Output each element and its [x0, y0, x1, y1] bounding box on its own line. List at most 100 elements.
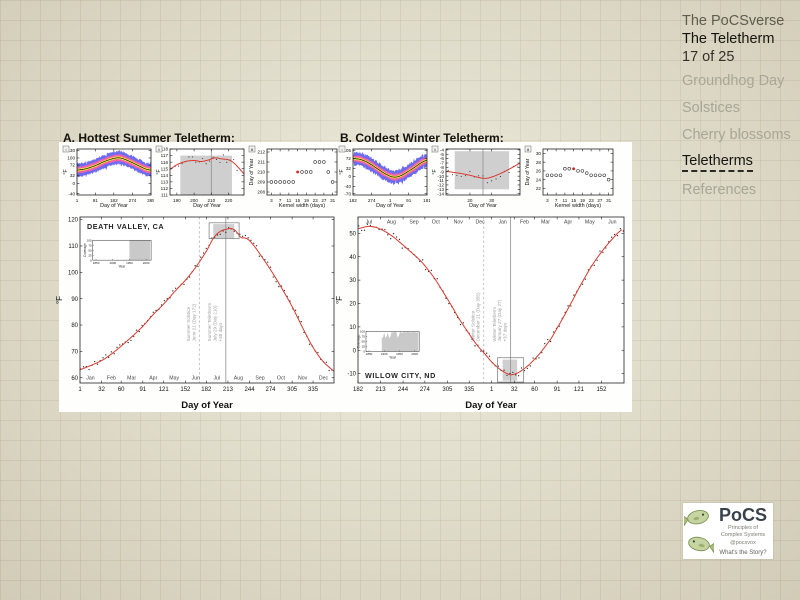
- svg-text:10: 10: [349, 325, 356, 331]
- sidebar-series-title: The PoCSverse: [682, 13, 784, 29]
- svg-text:DEATH VALLEY, CA: DEATH VALLEY, CA: [87, 222, 164, 231]
- svg-text:30: 30: [536, 151, 542, 156]
- svg-text:30: 30: [349, 278, 356, 284]
- svg-text:60: 60: [118, 387, 125, 393]
- svg-text:152: 152: [180, 387, 191, 393]
- svg-text:0: 0: [348, 174, 351, 179]
- svg-text:25: 25: [362, 345, 366, 349]
- svg-text:Nov: Nov: [454, 220, 464, 226]
- svg-text:182: 182: [353, 387, 364, 393]
- sidebar-item-cherry-blossoms[interactable]: Cherry blossoms: [682, 127, 791, 143]
- svg-text:Day of Year: Day of Year: [249, 158, 255, 185]
- svg-text:32: 32: [70, 173, 76, 178]
- svg-text:121: 121: [159, 387, 170, 393]
- svg-text:1: 1: [78, 387, 82, 393]
- svg-text:WILLOW CITY, ND: WILLOW CITY, ND: [365, 371, 436, 380]
- svg-text:Mar: Mar: [127, 376, 136, 382]
- svg-text:60: 60: [71, 376, 78, 382]
- svg-text:305: 305: [287, 387, 298, 393]
- svg-text:1900: 1900: [109, 261, 116, 265]
- svg-text:1900: 1900: [381, 352, 388, 356]
- svg-text:365: 365: [147, 198, 154, 203]
- svg-text:181: 181: [423, 198, 430, 203]
- svg-text:28: 28: [536, 160, 542, 165]
- svg-text:Day of Year: Day of Year: [376, 203, 404, 209]
- svg-text:32: 32: [346, 166, 352, 171]
- svg-text:25: 25: [88, 253, 92, 257]
- chart-a-death-valley-main: Summer SolsticeJune 21 (Day 172)Summer T…: [54, 210, 338, 415]
- svg-text:iii: iii: [527, 148, 530, 152]
- svg-text:26: 26: [536, 169, 542, 174]
- svg-text:Year: Year: [118, 264, 126, 268]
- svg-text:3: 3: [270, 198, 273, 203]
- svg-text:-70: -70: [344, 191, 351, 196]
- svg-text:Coverage: Coverage: [83, 243, 87, 257]
- svg-text:40: 40: [349, 255, 356, 261]
- svg-text:190: 190: [173, 198, 181, 203]
- svg-text:ii: ii: [158, 148, 160, 152]
- svg-text:-14: -14: [437, 191, 444, 196]
- svg-text:31: 31: [606, 198, 612, 203]
- svg-text:117: 117: [161, 153, 169, 158]
- svg-text:244: 244: [398, 387, 409, 393]
- svg-text:Dec: Dec: [319, 376, 329, 382]
- svg-text:Day of Year: Day of Year: [469, 203, 497, 209]
- svg-text:3: 3: [546, 198, 549, 203]
- svg-text:274: 274: [265, 387, 276, 393]
- svg-text:Aug: Aug: [387, 220, 396, 226]
- svg-text:Year: Year: [389, 356, 397, 360]
- svg-text:111: 111: [161, 193, 168, 198]
- svg-text:May: May: [585, 220, 595, 226]
- svg-text:Day of Year: Day of Year: [525, 158, 531, 185]
- svg-text:Apr: Apr: [564, 220, 572, 226]
- svg-text:Mar: Mar: [541, 220, 550, 226]
- chart-b-kernel-width: 371115192327312224262830Kernel width (da…: [524, 145, 616, 214]
- svg-text:Nov: Nov: [298, 376, 308, 382]
- svg-text:0: 0: [72, 181, 75, 186]
- svg-text:72: 72: [70, 163, 76, 168]
- sidebar-item-references[interactable]: References: [682, 182, 756, 198]
- svg-text:-40: -40: [68, 191, 75, 196]
- pocs-logo[interactable]: PoCS Principles of Complex Systems @pocs…: [683, 503, 773, 559]
- svg-text:°F: °F: [339, 169, 345, 174]
- svg-text:100: 100: [68, 270, 79, 276]
- svg-text:°F: °F: [63, 169, 69, 174]
- svg-text:50: 50: [88, 248, 92, 252]
- svg-text:°F: °F: [55, 296, 64, 304]
- svg-text:Sep: Sep: [255, 376, 264, 382]
- logo-handle: @pocsvox: [714, 540, 772, 547]
- svg-text:2000: 2000: [411, 352, 418, 356]
- sidebar-item-teletherms[interactable]: Teletherms: [682, 153, 753, 172]
- sidebar-item-solstices[interactable]: Solstices: [682, 100, 740, 116]
- svg-text:Apr: Apr: [149, 376, 157, 382]
- svg-text:May: May: [169, 376, 179, 382]
- svg-text:110: 110: [68, 244, 78, 250]
- svg-text:100: 100: [67, 156, 75, 161]
- chart-b-willow-city-main: Winter SolsticeDecember 21 (Day 355)Wint…: [334, 210, 628, 415]
- svg-text:Jul: Jul: [213, 376, 220, 382]
- svg-text:Summer Solstice: Summer Solstice: [186, 306, 191, 341]
- svg-text:1850: 1850: [366, 352, 373, 356]
- svg-text:335: 335: [308, 387, 319, 393]
- svg-text:50: 50: [349, 231, 356, 237]
- svg-text:112: 112: [161, 186, 169, 191]
- svg-text:72: 72: [346, 156, 352, 161]
- svg-text:Jun: Jun: [608, 220, 616, 226]
- svg-text:Jan: Jan: [498, 220, 506, 226]
- svg-text:Jun: Jun: [192, 376, 200, 382]
- svg-text:121: 121: [574, 387, 585, 393]
- logo-line2: Complex Systems: [714, 532, 772, 539]
- svg-text:+38 days: +38 days: [218, 322, 223, 341]
- svg-text:Day of Year: Day of Year: [181, 400, 233, 410]
- svg-text:90: 90: [71, 297, 78, 303]
- svg-text:1950: 1950: [396, 352, 403, 356]
- svg-text:1950: 1950: [126, 261, 133, 265]
- svg-text:113: 113: [161, 179, 169, 184]
- svg-text:335: 335: [464, 387, 475, 393]
- fish-logo-icon: [684, 504, 714, 558]
- svg-text:-40: -40: [344, 184, 351, 189]
- sidebar-item-groundhog-day[interactable]: Groundhog Day: [682, 73, 784, 89]
- chart-b-seasonal-distribution: 18227419118110572320-40-70Day of Year°Fi: [338, 145, 430, 214]
- logo-name: PoCS: [714, 505, 772, 525]
- svg-text:°F: °F: [335, 296, 344, 304]
